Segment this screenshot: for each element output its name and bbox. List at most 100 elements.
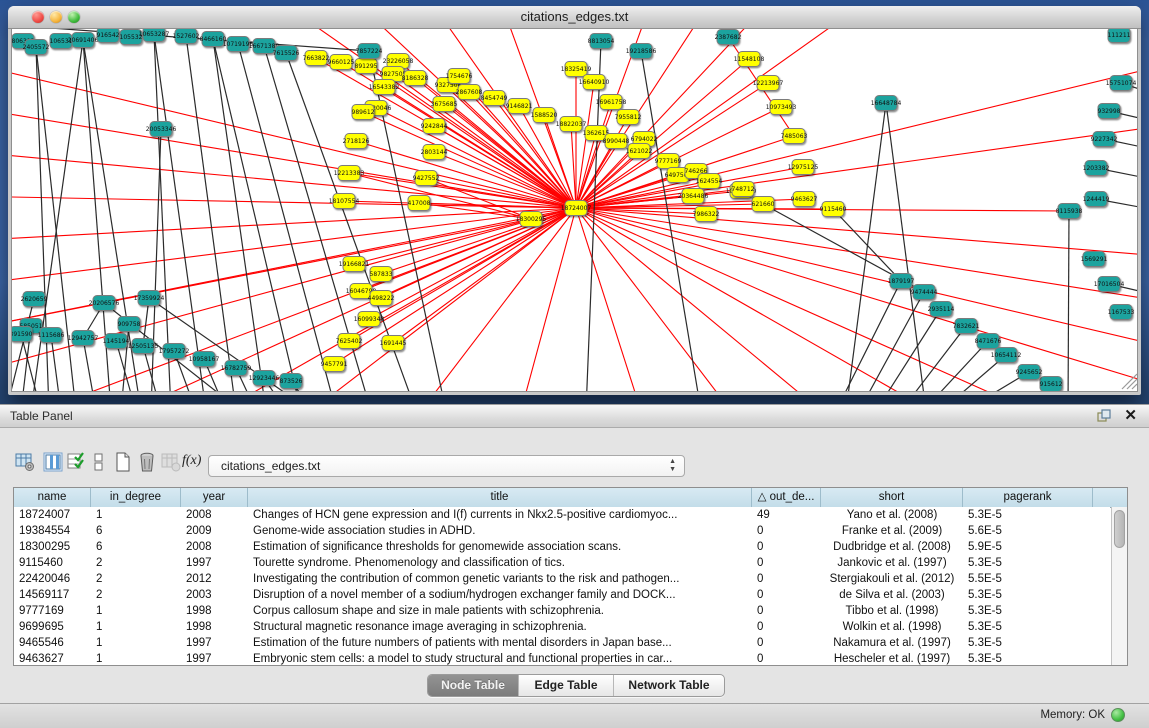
table-row[interactable]: 911546021997Tourette syndrome. Phenomeno… [14, 555, 1110, 571]
citation-edge[interactable] [576, 82, 594, 208]
citation-edge[interactable] [576, 208, 1031, 392]
citation-edge[interactable] [12, 61, 576, 208]
graph-node[interactable]: 3675685 [431, 97, 458, 112]
graph-node[interactable]: 11548108 [734, 52, 765, 67]
graph-node[interactable]: 16961758 [596, 95, 627, 110]
graph-node[interactable]: 7986322 [693, 207, 720, 222]
citation-edge[interactable] [12, 219, 531, 331]
delete-icon[interactable] [136, 451, 160, 475]
tab-edge-table[interactable]: Edge Table [519, 675, 614, 696]
table-row[interactable]: 1872400712008Changes of HCN gene express… [14, 507, 1110, 523]
graph-node[interactable]: 20206576 [89, 296, 120, 311]
tab-node-table[interactable]: Node Table [428, 675, 519, 696]
citation-edge[interactable] [1068, 211, 1069, 392]
graph-node[interactable]: 621660 [752, 197, 775, 212]
graph-node[interactable]: 16543382 [369, 80, 400, 95]
citation-edge[interactable] [833, 209, 901, 281]
graph-node[interactable]: 10958167 [189, 352, 220, 367]
graph-node[interactable]: 20691406 [68, 33, 99, 48]
graph-node[interactable]: 18724007 [561, 201, 592, 216]
column-header-title[interactable]: title [248, 488, 752, 507]
graph-node[interactable]: 989612 [352, 105, 375, 120]
citation-edge[interactable] [641, 51, 701, 392]
graph-node[interactable]: 10654112 [991, 348, 1022, 363]
citation-edge[interactable] [859, 292, 924, 392]
graph-node[interactable]: 20364486 [678, 189, 709, 204]
graph-node[interactable]: 16099348 [354, 312, 385, 327]
graph-node[interactable]: 12942757 [68, 331, 99, 346]
table-vertical-scrollbar[interactable] [1111, 507, 1127, 665]
graph-node[interactable]: 9115460 [820, 202, 847, 217]
graph-node[interactable]: 2718126 [343, 134, 370, 149]
graph-node[interactable]: 417008 [408, 196, 431, 211]
graph-node[interactable]: 2935114 [928, 302, 955, 317]
graph-node[interactable]: 915612 [1040, 377, 1063, 392]
graph-node[interactable]: 1527602 [173, 29, 200, 44]
citation-edge[interactable] [154, 34, 171, 392]
function-builder-icon[interactable]: f(x) [182, 453, 206, 477]
scrollbar-thumb[interactable] [1114, 510, 1125, 548]
column-header-in_degree[interactable]: in_degree [91, 488, 181, 507]
graph-node[interactable]: 1691445 [380, 336, 407, 351]
graph-node[interactable]: 1167533 [1108, 305, 1135, 320]
graph-node[interactable]: 9242844 [421, 119, 448, 134]
citation-edge[interactable] [12, 196, 576, 208]
graph-node[interactable]: 1569291 [1081, 252, 1108, 267]
graph-node[interactable]: 7615526 [273, 46, 300, 61]
citation-edge[interactable] [213, 39, 266, 392]
table-row[interactable]: 946362711997Embryonic stem cells: a mode… [14, 651, 1110, 665]
citation-edge[interactable] [311, 208, 576, 392]
graph-node[interactable]: 7955812 [615, 110, 642, 125]
graph-node[interactable]: 12505135 [128, 339, 159, 354]
graph-node[interactable]: 932998 [1098, 104, 1121, 119]
graph-node[interactable]: 1754676 [446, 69, 473, 84]
citation-edge[interactable] [901, 326, 966, 392]
graph-node[interactable]: 8186328 [402, 71, 429, 86]
citation-edge[interactable] [576, 208, 1138, 301]
graph-node[interactable]: 1588520 [531, 108, 558, 123]
graph-node[interactable]: 891295 [355, 59, 378, 74]
column-header-name[interactable]: name [14, 488, 91, 507]
graph-node[interactable]: 9457791 [321, 357, 348, 372]
citation-edge[interactable] [576, 66, 1138, 208]
citation-edge[interactable] [369, 208, 576, 319]
citation-edge[interactable] [576, 208, 821, 392]
graph-node[interactable]: 8454749 [481, 91, 508, 106]
citation-edge[interactable] [586, 41, 601, 392]
graph-node[interactable]: 15751074 [1106, 76, 1137, 91]
graph-node[interactable]: 9245652 [1016, 365, 1043, 380]
graph-node[interactable]: 16648784 [871, 96, 902, 111]
unmerge-icon[interactable] [88, 451, 112, 475]
select-all-icon[interactable] [66, 451, 90, 475]
network-canvas[interactable]: 1872400718300295232260589827505818632893… [11, 28, 1138, 392]
graph-node[interactable]: 587833 [370, 267, 393, 282]
graph-node[interactable]: 2803144 [421, 145, 448, 160]
graph-node[interactable]: 7625402 [336, 334, 363, 349]
network-window-titlebar[interactable]: citations_edges.txt [8, 6, 1141, 29]
table-row[interactable]: 1938455462009Genome-wide association stu… [14, 523, 1110, 539]
tab-network-table[interactable]: Network Table [614, 675, 724, 696]
citation-edge[interactable] [576, 208, 1138, 256]
graph-node[interactable]: 1879197 [888, 274, 915, 289]
graph-node[interactable]: 17359924 [134, 291, 165, 306]
graph-node[interactable]: 9146821 [506, 99, 533, 114]
show-columns-icon[interactable] [42, 451, 66, 475]
graph-node[interactable]: 9660125 [328, 55, 355, 70]
graph-node[interactable]: 19166821 [339, 257, 370, 272]
citation-edge[interactable] [12, 299, 34, 392]
table-settings-icon[interactable] [14, 451, 38, 475]
graph-node[interactable]: 12975125 [788, 160, 819, 175]
graph-node[interactable]: 7663822 [303, 51, 330, 66]
graph-node[interactable]: 391590 [12, 327, 33, 342]
graph-node[interactable]: 8471676 [975, 334, 1002, 349]
graph-node[interactable]: 9474444 [911, 285, 938, 300]
graph-node[interactable]: 7832621 [953, 319, 980, 334]
table-row[interactable]: 1830029562008Estimation of significance … [14, 539, 1110, 555]
graph-node[interactable]: 1203382 [1083, 161, 1110, 176]
graph-node[interactable]: 8115938 [1056, 204, 1083, 219]
graph-node[interactable]: 1244419 [1083, 192, 1110, 207]
graph-node[interactable]: 18300295 [516, 212, 547, 227]
table-row[interactable]: 977716911998Corpus callosum shape and si… [14, 603, 1110, 619]
graph-node[interactable]: 748712 [732, 182, 755, 197]
graph-node[interactable]: 10653287 [139, 29, 170, 42]
